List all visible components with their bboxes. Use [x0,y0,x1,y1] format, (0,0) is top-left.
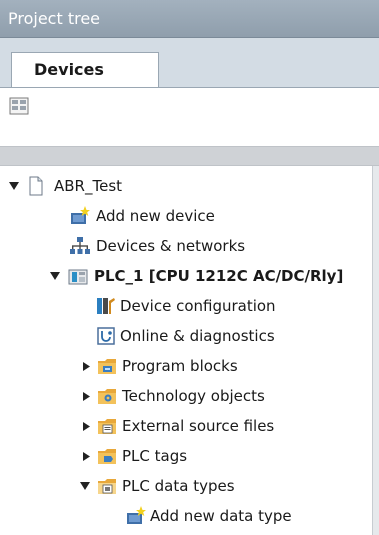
tree-item-plc-data-types[interactable]: PLC data types [0,471,372,501]
tab-devices[interactable]: Devices [11,52,159,89]
expanded-arrow-icon[interactable] [9,182,19,191]
collapsed-arrow-icon[interactable] [82,392,92,401]
grid-view-icon[interactable] [8,95,30,117]
tree-item-plc-1[interactable]: PLC_1 [CPU 1212C AC/DC/Rly] [0,261,372,291]
tree-toolbar [0,88,379,126]
tab-devices-label: Devices [34,60,104,79]
tree-item-device-configuration[interactable]: Device configuration [0,291,372,321]
plc-icon [68,269,88,285]
scrollbar[interactable] [372,166,379,535]
tree-item-label: PLC data types [122,477,235,495]
external-source-files-folder-icon [98,419,116,434]
expanded-arrow-icon[interactable] [80,482,90,491]
project-file-icon [29,176,43,196]
tree-item-label: Technology objects [122,387,265,405]
add-new-star-icon [71,206,90,224]
collapsed-arrow-icon[interactable] [82,452,92,461]
tree-item-abr-test[interactable]: ABR_Test [0,171,372,201]
tree-item-external-source-files[interactable]: External source files [0,411,372,441]
tree-item-add-new-data-type[interactable]: Add new data type [0,501,372,531]
add-new-star-icon [127,506,146,524]
tree-item-devices-networks[interactable]: Devices & networks [0,231,372,261]
tree-item-label: Devices & networks [96,237,246,255]
tree-item-technology-objects[interactable]: Technology objects [0,381,372,411]
tree-column-header [0,146,379,166]
tree-item-label: Program blocks [122,357,238,375]
tree-item-label: Add new data type [150,507,292,525]
online-diagnostics-icon [97,327,115,345]
tree-item-program-blocks[interactable]: Program blocks [0,351,372,381]
collapsed-arrow-icon[interactable] [82,422,92,431]
tree-item-label: PLC_1 [CPU 1212C AC/DC/Rly] [94,267,344,285]
tree-item-label: Online & diagnostics [120,327,275,345]
project-tree-header: Project tree [0,0,379,38]
tab-strip: Devices [0,38,379,89]
tree-item-online-diagnostics[interactable]: Online & diagnostics [0,321,372,351]
project-tree: ABR_Test Add new device Devices & networ… [0,166,372,535]
technology-objects-folder-icon [98,389,116,404]
tree-item-label: External source files [122,417,275,435]
tree-item-label: Device configuration [120,297,276,315]
toolbar-spacer [0,126,379,146]
program-blocks-folder-icon [98,359,116,374]
tree-item-label: Add new device [96,207,215,225]
tree-item-add-new-device[interactable]: Add new device [0,201,372,231]
plc-data-types-folder-icon [98,479,116,494]
network-icon [70,237,90,254]
panel-title: Project tree [8,9,101,28]
expanded-arrow-icon[interactable] [50,272,60,281]
tree-item-label: ABR_Test [54,177,123,195]
tree-item-label: PLC tags [122,447,188,465]
plc-tags-folder-icon [98,449,116,464]
device-configuration-icon [97,298,115,314]
tree-item-plc-tags[interactable]: PLC tags [0,441,372,471]
collapsed-arrow-icon[interactable] [82,362,92,371]
